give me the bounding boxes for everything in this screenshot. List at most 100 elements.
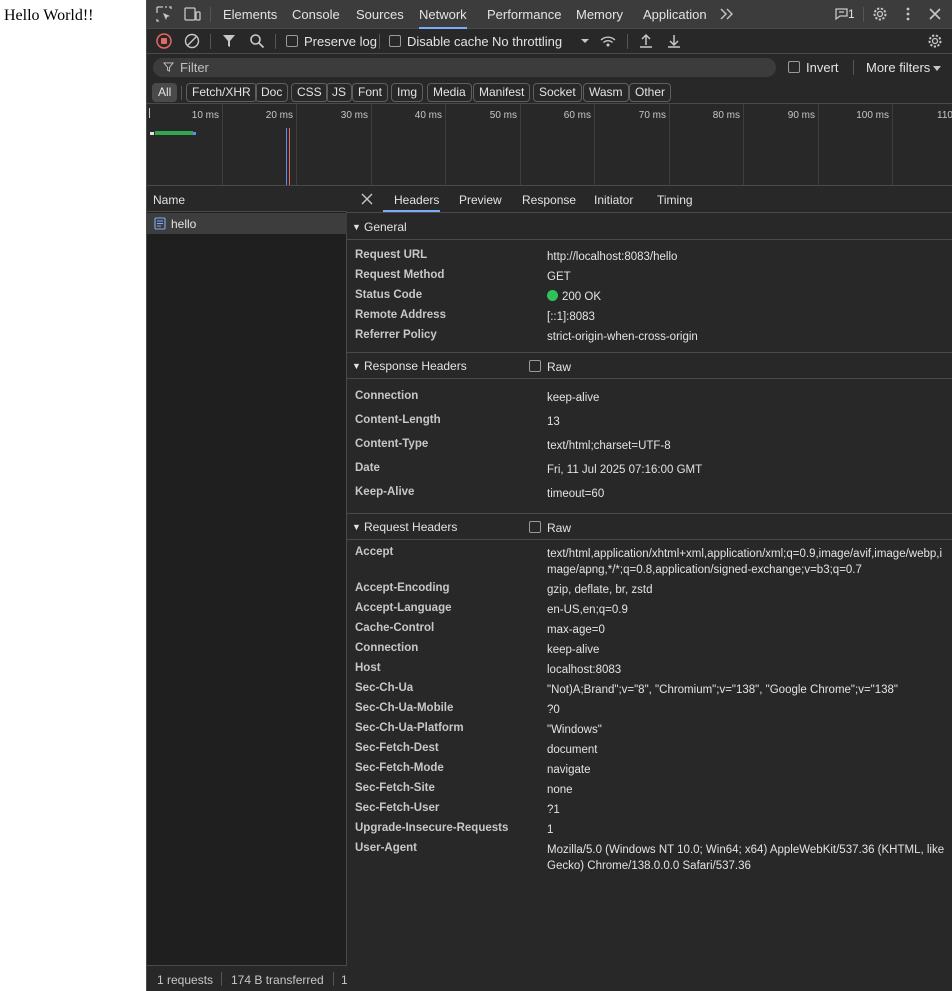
header-key: Sec-Ch-Ua-Platform — [355, 722, 464, 734]
name-column-header[interactable]: Name — [153, 193, 185, 207]
type-filter-manifest[interactable]: Manifest — [473, 83, 531, 102]
close-devtools-icon[interactable] — [926, 5, 944, 23]
request-headers-section-header[interactable]: ▼ Request Headers Raw — [347, 514, 952, 540]
search-icon[interactable] — [248, 32, 266, 50]
stop-recording-icon[interactable] — [155, 32, 173, 50]
tab-elements[interactable]: Elements — [223, 0, 277, 29]
filter-funnel-icon[interactable] — [220, 32, 238, 50]
type-filter-js[interactable]: JS — [326, 83, 353, 102]
request-headers-title[interactable]: Request Headers — [364, 520, 457, 534]
tab-timing[interactable]: Timing — [657, 193, 693, 207]
tab-sources[interactable]: Sources — [356, 0, 404, 29]
header-key: Request URL — [355, 249, 428, 261]
type-filter-wasm[interactable]: Wasm — [583, 83, 629, 102]
header-value: 13 — [547, 416, 560, 428]
request-list-header[interactable]: Name — [147, 186, 347, 212]
throttling-select[interactable]: No throttling — [492, 34, 562, 49]
request-raw-checkbox[interactable] — [529, 521, 541, 533]
timeline-tick-label: 110 — [937, 110, 952, 121]
header-key: Accept-Language — [355, 602, 452, 614]
tab-application[interactable]: Application — [643, 0, 707, 29]
type-filter-other[interactable]: Other — [629, 83, 672, 102]
type-filter-all[interactable]: All — [152, 83, 178, 102]
disable-cache-checkbox[interactable] — [389, 35, 401, 47]
request-name[interactable]: hello — [171, 217, 196, 231]
import-har-upload-icon[interactable] — [637, 32, 655, 50]
request-details-panel: Headers Preview Response Initiator Timin… — [347, 186, 952, 991]
header-value: [::1]:8083 — [547, 311, 595, 323]
more-tabs-chevron-icon[interactable] — [718, 5, 736, 23]
filter-placeholder: Filter — [180, 60, 209, 75]
type-filter-socket[interactable]: Socket — [533, 83, 582, 102]
tab-preview[interactable]: Preview — [459, 193, 502, 207]
header-value: 200 OK — [547, 289, 947, 305]
type-filter-img[interactable]: Img — [391, 83, 424, 102]
general-section-header[interactable]: ▼ General — [347, 214, 952, 240]
disable-cache-label[interactable]: Disable cache — [407, 34, 489, 49]
header-key: Sec-Fetch-Mode — [355, 762, 444, 774]
header-value: 1 — [547, 824, 554, 836]
request-waiting-bar — [150, 132, 154, 135]
tab-memory[interactable]: Memory — [576, 0, 623, 29]
issues-count[interactable]: 1 — [848, 0, 855, 29]
header-value: timeout=60 — [547, 488, 605, 500]
tab-headers[interactable]: Headers — [394, 193, 439, 207]
kebab-menu-icon[interactable] — [899, 5, 917, 23]
type-filter-doc[interactable]: Doc — [255, 83, 289, 102]
invert-label[interactable]: Invert — [806, 60, 839, 75]
tab-network[interactable]: Network — [419, 0, 467, 29]
general-section-title[interactable]: General — [364, 220, 407, 234]
network-settings-gear-icon[interactable] — [926, 32, 944, 50]
inspect-element-icon[interactable] — [155, 5, 173, 23]
timeline-tick-label: 90 ms — [787, 110, 815, 121]
response-headers-section-header[interactable]: ▼ Response Headers Raw — [347, 353, 952, 379]
type-filter-fetch-xhr[interactable]: Fetch/XHR — [186, 83, 257, 102]
type-filter-font[interactable]: Font — [352, 83, 389, 102]
clear-log-icon[interactable] — [183, 32, 201, 50]
tab-performance[interactable]: Performance — [487, 0, 561, 29]
type-filter-media[interactable]: Media — [427, 83, 472, 102]
settings-gear-icon[interactable] — [871, 5, 889, 23]
header-value: text/html,application/xhtml+xml,applicat… — [547, 548, 943, 576]
tabbar-divider — [863, 7, 864, 22]
header-key: Remote Address — [355, 309, 446, 321]
preserve-log-checkbox[interactable] — [286, 35, 298, 47]
timeline-gridline — [594, 104, 595, 185]
chip-divider — [181, 86, 182, 100]
invert-checkbox[interactable] — [788, 61, 800, 73]
header-value: ?1 — [547, 804, 560, 816]
dom-content-loaded-marker — [286, 128, 287, 185]
header-value: Fri, 11 Jul 2025 07:16:00 GMT — [547, 464, 703, 476]
device-toolbar-icon[interactable] — [183, 5, 201, 23]
timeline-tick-label: 80 ms — [712, 110, 740, 121]
expand-triangle-icon[interactable]: ▼ — [352, 222, 361, 232]
timeline-gridline — [520, 104, 521, 185]
timeline-tick-label: 60 ms — [563, 110, 591, 121]
network-conditions-icon[interactable] — [599, 32, 617, 50]
response-headers-title[interactable]: Response Headers — [364, 359, 467, 373]
tab-initiator[interactable]: Initiator — [594, 193, 633, 207]
type-filter-css[interactable]: CSS — [291, 83, 328, 102]
dropdown-arrow-icon[interactable] — [576, 32, 594, 50]
network-overview-timeline[interactable]: 10 ms 20 ms 30 ms 40 ms 50 ms 60 ms 70 m… — [147, 104, 952, 186]
header-key: Connection — [355, 642, 419, 654]
tab-response[interactable]: Response — [522, 193, 576, 207]
request-row[interactable]: hello — [147, 213, 347, 234]
tab-console[interactable]: Console — [292, 0, 340, 29]
preserve-log-label[interactable]: Preserve log — [304, 34, 377, 49]
header-key: Sec-Fetch-User — [355, 802, 440, 814]
expand-triangle-icon[interactable]: ▼ — [352, 361, 361, 371]
resource-type-filters: All Fetch/XHR Doc CSS JS Font Img Media … — [147, 81, 952, 104]
devtools-tabbar: Elements Console Sources Network Perform… — [147, 0, 952, 29]
more-filters-chevron-icon[interactable] — [932, 63, 942, 73]
response-raw-label[interactable]: Raw — [547, 360, 571, 374]
request-raw-label[interactable]: Raw — [547, 521, 571, 535]
request-list: Name hello — [147, 186, 347, 965]
filter-input[interactable]: Filter — [153, 58, 776, 77]
export-har-download-icon[interactable] — [665, 32, 683, 50]
close-details-icon[interactable] — [361, 193, 373, 205]
expand-triangle-icon[interactable]: ▼ — [352, 522, 361, 532]
tabbar-divider — [210, 7, 211, 22]
more-filters-button[interactable]: More filters — [866, 60, 930, 75]
response-raw-checkbox[interactable] — [529, 360, 541, 372]
